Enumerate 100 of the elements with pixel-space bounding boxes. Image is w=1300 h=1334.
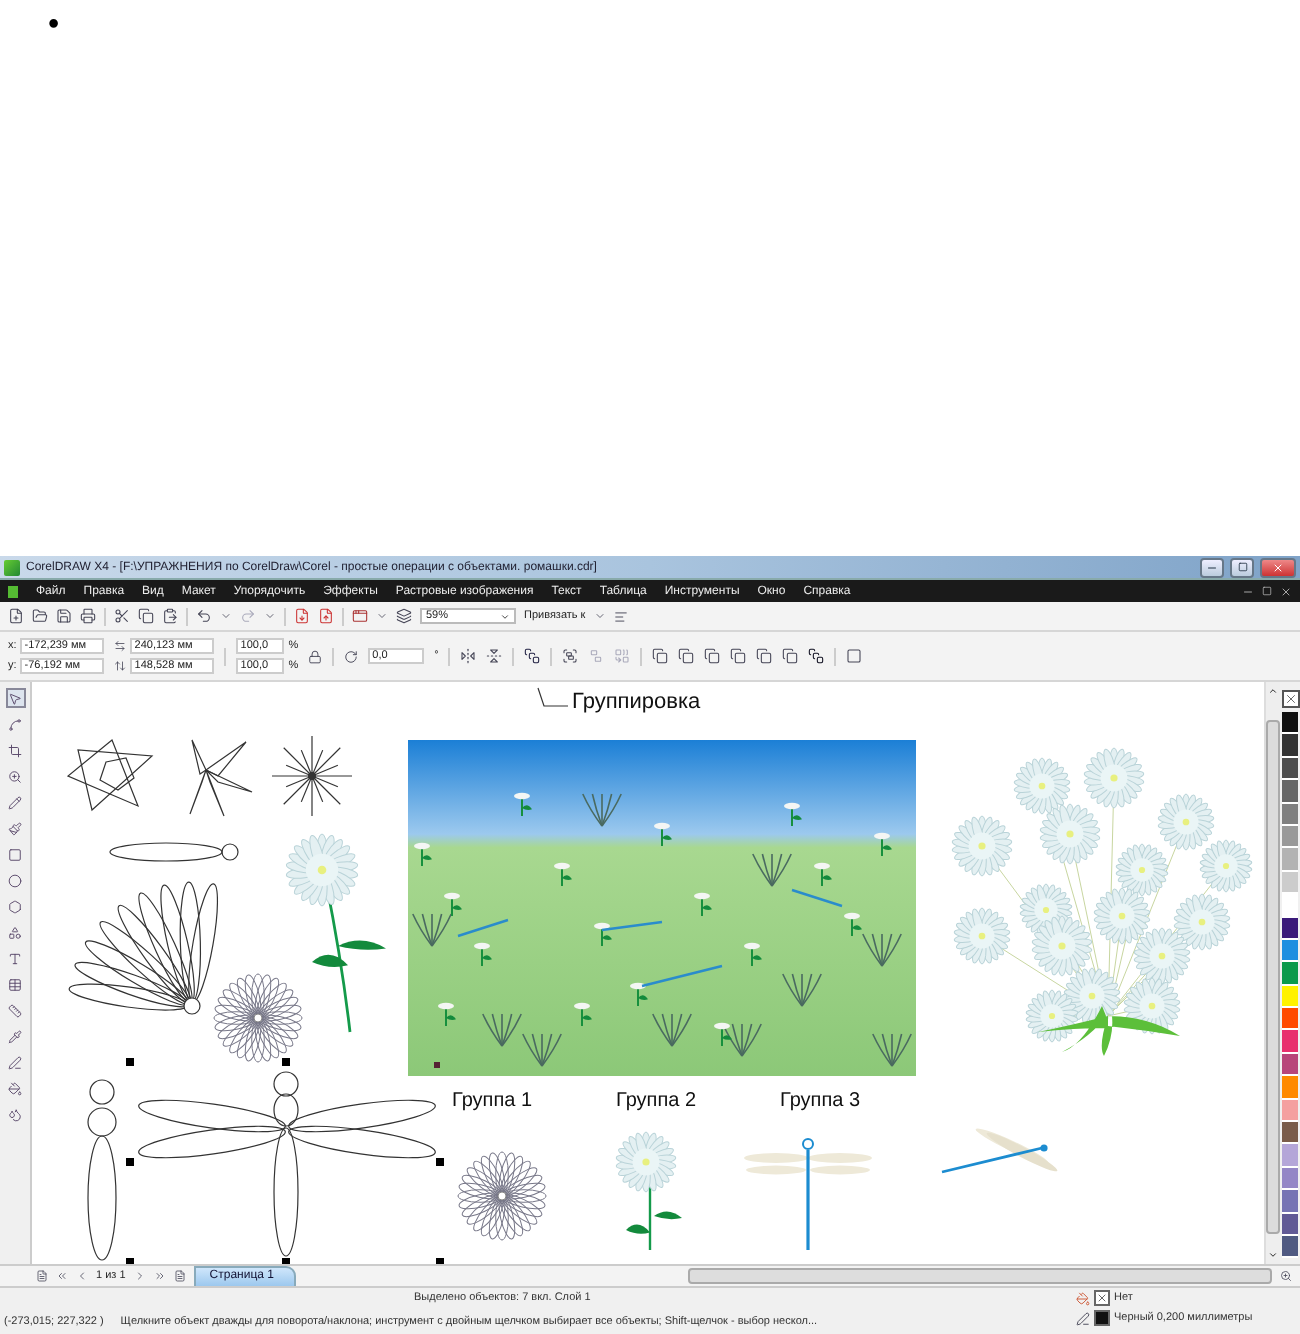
color-swatch[interactable] bbox=[1282, 1122, 1298, 1145]
table-icon[interactable] bbox=[5, 974, 25, 994]
add-page-icon[interactable] bbox=[173, 1270, 186, 1282]
polygon-icon[interactable] bbox=[5, 896, 25, 916]
dragonfly-drawing bbox=[744, 1138, 872, 1250]
save-icon[interactable] bbox=[56, 608, 72, 624]
caret-icon bbox=[500, 611, 510, 621]
color-swatch[interactable] bbox=[1282, 1099, 1298, 1123]
color-swatch[interactable] bbox=[1282, 939, 1298, 963]
color-swatch[interactable] bbox=[1282, 1053, 1298, 1077]
color-swatch[interactable] bbox=[1282, 1076, 1298, 1100]
shape-tool-icon[interactable] bbox=[5, 714, 25, 734]
flip-vertical-icon[interactable] bbox=[486, 648, 503, 664]
folder-icon[interactable] bbox=[32, 608, 48, 624]
scroll-down-icon[interactable] bbox=[1268, 1250, 1278, 1260]
last-page-icon[interactable] bbox=[153, 1270, 166, 1282]
options-icon[interactable] bbox=[613, 609, 628, 623]
restore-icon[interactable] bbox=[1262, 585, 1272, 597]
rectangle-icon[interactable] bbox=[5, 844, 25, 864]
ray-star-drawing bbox=[271, 735, 353, 817]
app-launcher-icon[interactable] bbox=[352, 608, 368, 624]
bullet: • bbox=[48, 8, 60, 42]
color-swatch[interactable] bbox=[1282, 780, 1298, 804]
print-icon[interactable] bbox=[80, 608, 96, 624]
cut-icon[interactable] bbox=[114, 608, 130, 624]
petal-outline-drawing bbox=[109, 842, 239, 862]
color-swatch[interactable] bbox=[1282, 1144, 1298, 1168]
minimize-icon bbox=[1206, 561, 1218, 573]
close-icon[interactable] bbox=[1280, 585, 1292, 597]
no-fill-swatch bbox=[1094, 1290, 1110, 1306]
daisy-outline-drawing bbox=[213, 973, 303, 1063]
selection-handle[interactable] bbox=[126, 1058, 134, 1066]
new-file-icon[interactable] bbox=[8, 608, 24, 624]
import-icon[interactable] bbox=[294, 608, 310, 624]
eyedropper-icon[interactable] bbox=[5, 1026, 25, 1046]
selection-handle[interactable] bbox=[436, 1158, 444, 1166]
flower-drawing bbox=[615, 1131, 682, 1250]
color-swatch[interactable] bbox=[1282, 734, 1298, 758]
annotation-label: Группировка bbox=[572, 690, 701, 714]
zoom-icon[interactable] bbox=[5, 766, 25, 786]
export-icon[interactable] bbox=[318, 608, 334, 624]
text-icon[interactable] bbox=[5, 948, 25, 968]
color-swatch[interactable] bbox=[1282, 962, 1298, 986]
droplets-icon[interactable] bbox=[5, 1104, 25, 1124]
color-swatch[interactable] bbox=[1282, 1213, 1298, 1236]
pen-icon[interactable] bbox=[5, 1052, 25, 1072]
copy-icon[interactable] bbox=[138, 608, 154, 624]
zoom-icon[interactable] bbox=[1280, 1270, 1292, 1282]
no-color-swatch[interactable] bbox=[1281, 690, 1299, 708]
pencil-icon[interactable] bbox=[5, 792, 25, 812]
first-page-icon[interactable] bbox=[56, 1270, 68, 1282]
selection-handle[interactable] bbox=[282, 1058, 290, 1066]
vertical-scrollbar[interactable] bbox=[1264, 682, 1280, 1264]
shapes-icon[interactable] bbox=[5, 922, 25, 942]
pointer-icon[interactable] bbox=[5, 688, 25, 708]
color-swatch[interactable] bbox=[1282, 1030, 1298, 1054]
dragonfly-drawing bbox=[941, 1128, 1058, 1174]
color-swatch[interactable] bbox=[1282, 757, 1298, 781]
add-page-icon[interactable] bbox=[36, 1270, 48, 1282]
boundary-icon[interactable] bbox=[846, 648, 863, 664]
maximize-button[interactable] bbox=[1230, 557, 1254, 577]
crop-icon[interactable] bbox=[5, 740, 25, 760]
scroll-up-icon[interactable] bbox=[1268, 686, 1278, 696]
color-swatch[interactable] bbox=[1282, 985, 1298, 1009]
minimize-icon[interactable] bbox=[1242, 585, 1254, 597]
ellipse-icon[interactable] bbox=[5, 870, 25, 890]
color-swatch[interactable] bbox=[1282, 1008, 1298, 1031]
fill-icon[interactable] bbox=[1076, 1291, 1090, 1305]
group-label: Группа 2 bbox=[616, 1090, 697, 1112]
flip-horizontal-icon[interactable] bbox=[460, 648, 477, 664]
maximize-icon bbox=[1237, 562, 1247, 572]
width-icon[interactable] bbox=[114, 640, 127, 652]
brush-icon[interactable] bbox=[5, 818, 25, 838]
minimize-button[interactable] bbox=[1200, 557, 1224, 577]
color-swatch[interactable] bbox=[1282, 1235, 1298, 1259]
ruler-icon[interactable] bbox=[5, 1000, 25, 1020]
color-swatch[interactable] bbox=[1282, 825, 1298, 849]
group-icon[interactable] bbox=[562, 648, 579, 664]
app-icon bbox=[4, 559, 20, 575]
selection-handle[interactable] bbox=[126, 1158, 134, 1166]
color-swatch[interactable] bbox=[1282, 803, 1298, 826]
color-swatch[interactable] bbox=[1282, 894, 1298, 918]
height-icon[interactable] bbox=[114, 660, 127, 672]
leader-line bbox=[537, 687, 569, 707]
paste-icon[interactable] bbox=[162, 608, 178, 624]
color-swatch[interactable] bbox=[1282, 1167, 1298, 1191]
color-swatch[interactable] bbox=[1282, 1190, 1298, 1214]
color-swatch[interactable] bbox=[1282, 848, 1298, 872]
outline-pen-icon[interactable] bbox=[1076, 1311, 1090, 1325]
petal-star-drawing bbox=[189, 739, 253, 817]
paint-bucket-icon[interactable] bbox=[5, 1078, 25, 1098]
undo-icon[interactable] bbox=[196, 608, 212, 624]
group-label: Группа 1 bbox=[452, 1090, 533, 1112]
color-swatch[interactable] bbox=[1282, 712, 1298, 735]
color-swatch[interactable] bbox=[1282, 917, 1298, 940]
horizontal-scrollbar[interactable] bbox=[688, 1268, 1272, 1284]
color-swatch[interactable] bbox=[1282, 871, 1298, 895]
rotate-icon[interactable] bbox=[344, 649, 359, 663]
document-icon bbox=[8, 585, 18, 597]
lock-icon[interactable] bbox=[308, 649, 323, 663]
